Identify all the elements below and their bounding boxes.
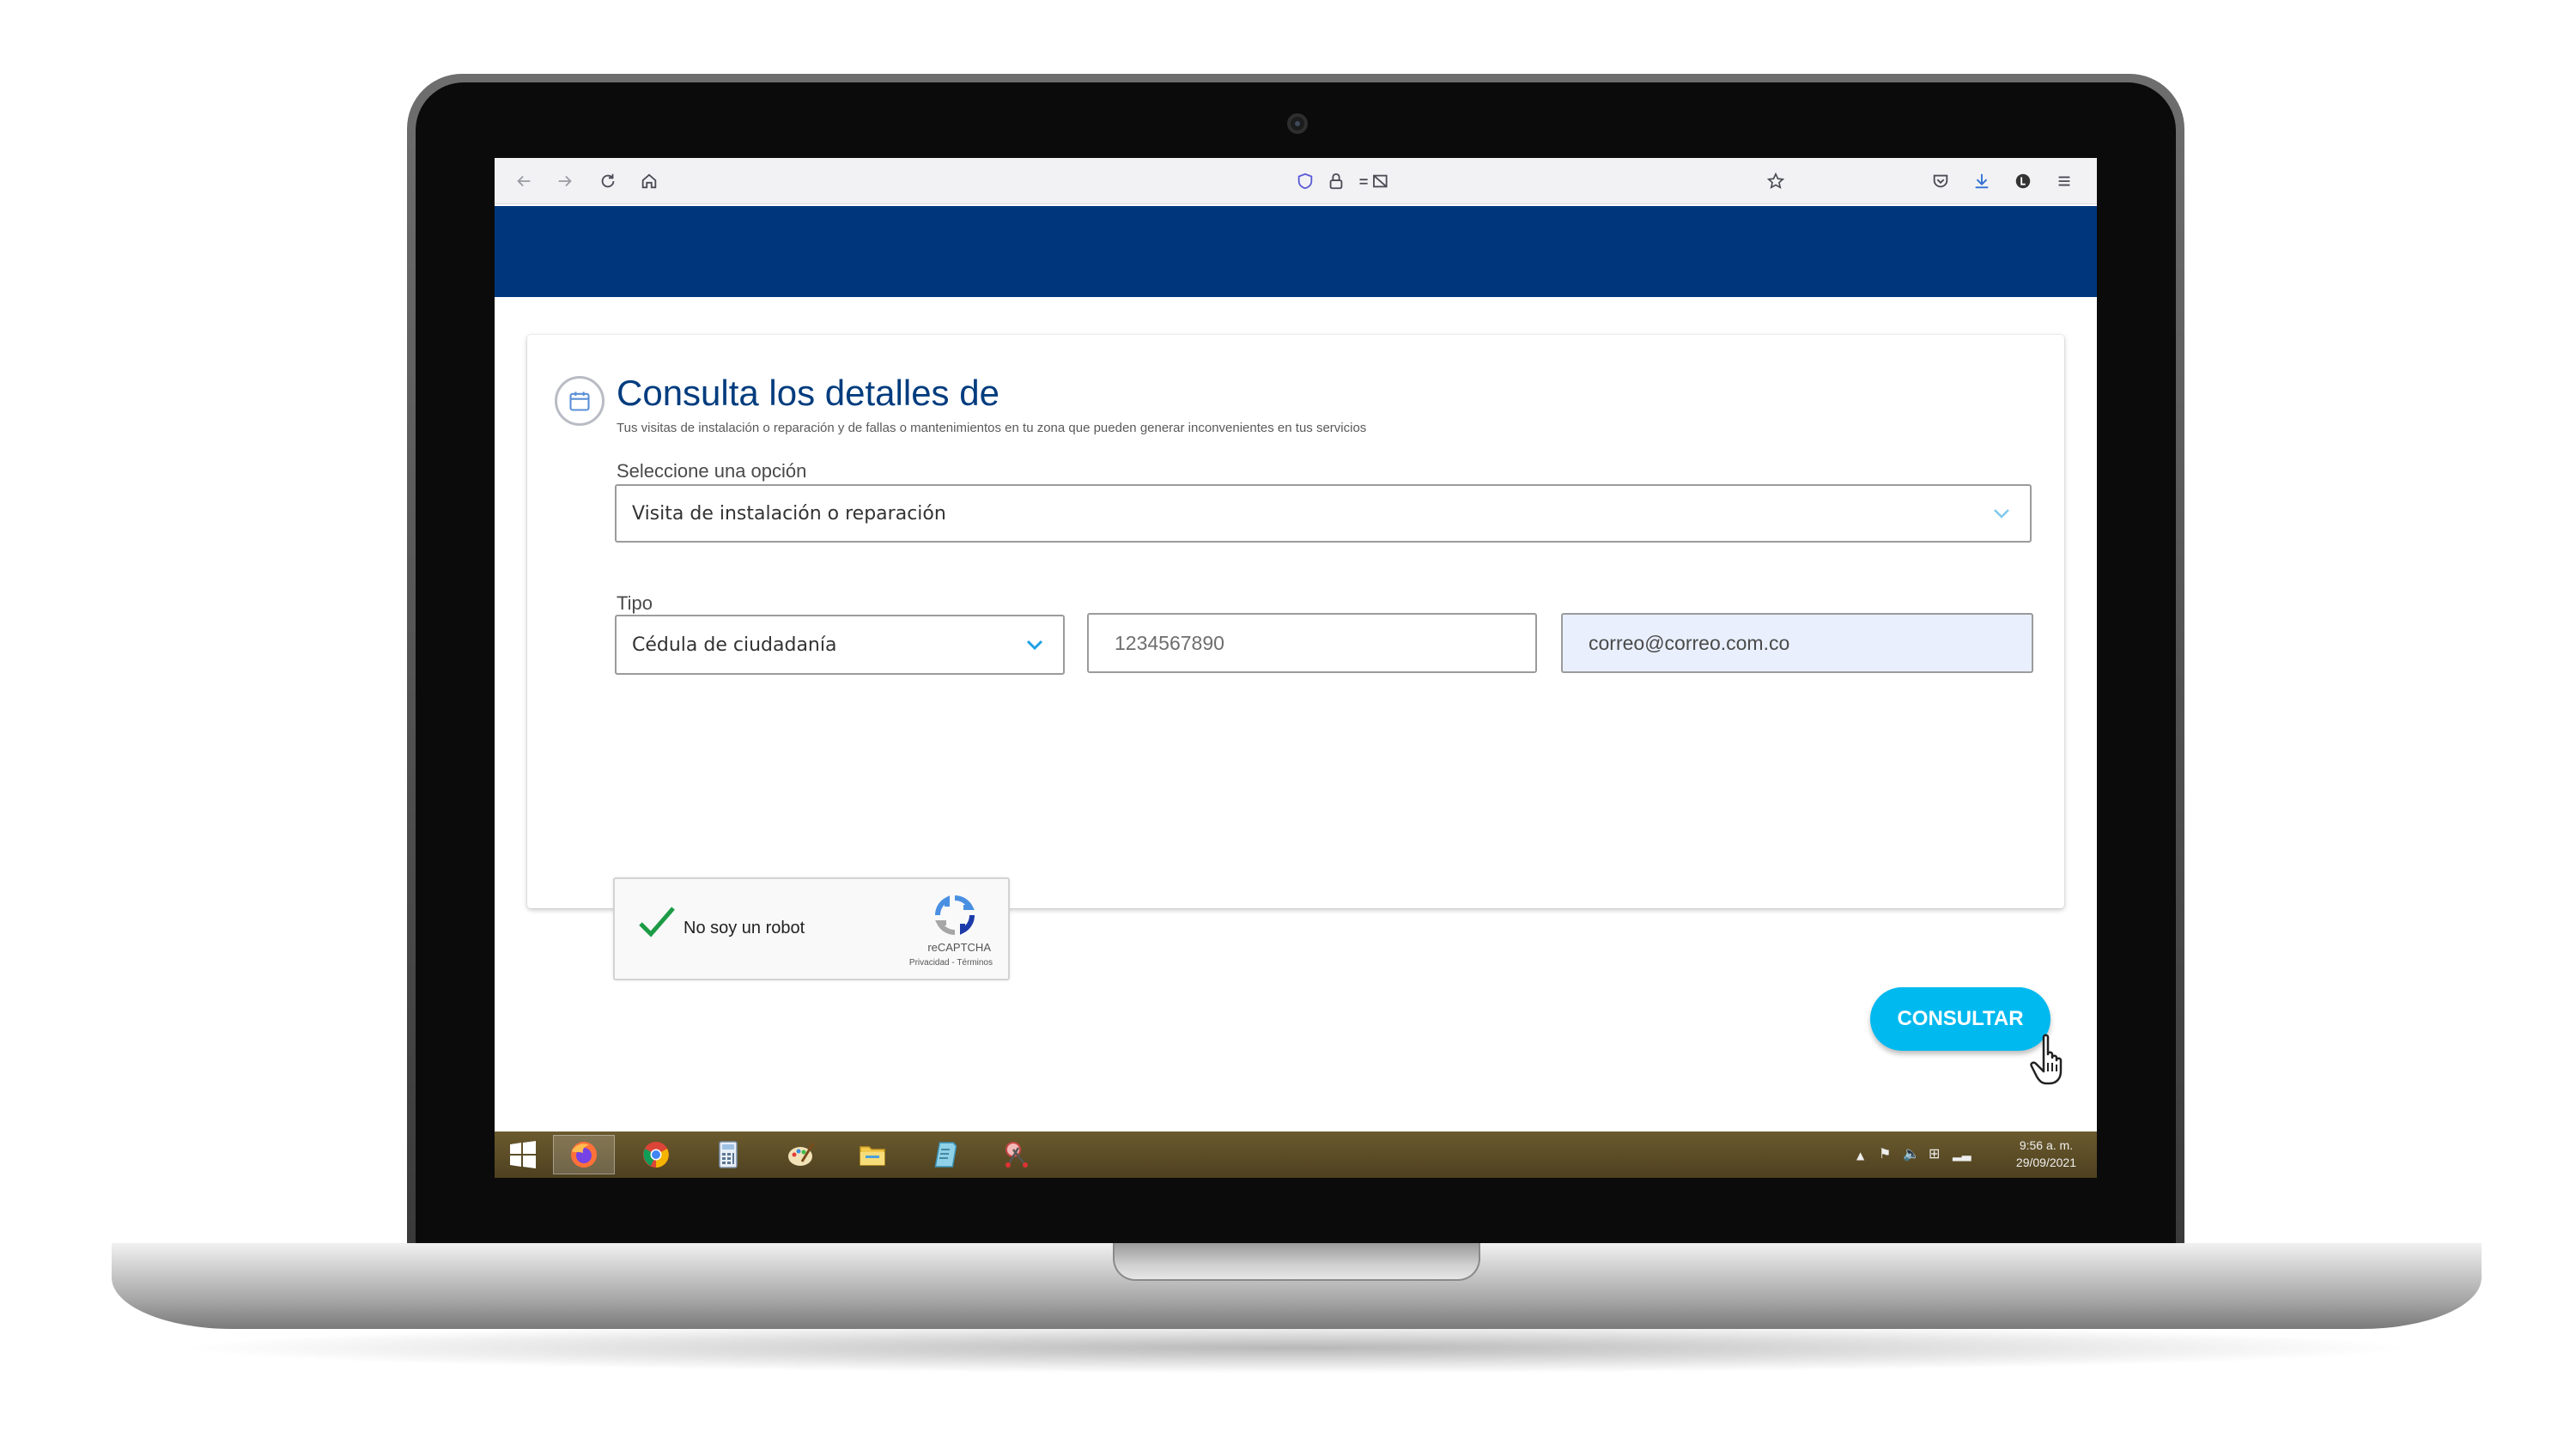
snipping-tool-icon[interactable] bbox=[986, 1135, 1048, 1174]
clock-date: 29/09/2021 bbox=[2015, 1156, 2076, 1169]
checkmark-icon[interactable] bbox=[637, 905, 677, 939]
option-select-value: Visita de instalación o reparación bbox=[632, 502, 946, 525]
windows-start-icon[interactable] bbox=[495, 1135, 551, 1174]
chrome-icon[interactable] bbox=[625, 1135, 687, 1174]
home-icon[interactable] bbox=[637, 169, 661, 193]
pocket-icon[interactable] bbox=[1929, 169, 1953, 193]
file-explorer-icon[interactable] bbox=[841, 1135, 903, 1174]
permissions-icon[interactable] bbox=[1355, 169, 1393, 193]
tipo-select[interactable]: Cédula de ciudadanía bbox=[615, 615, 1065, 675]
taskbar-clock[interactable]: 9:56 a. m. 29/09/2021 bbox=[2016, 1137, 2076, 1171]
chevron-down-icon bbox=[1994, 509, 2009, 519]
recaptcha-terms-link[interactable]: Privacidad - Términos bbox=[909, 958, 993, 968]
recaptcha-label: No soy un robot bbox=[683, 919, 805, 937]
forward-arrow-icon[interactable] bbox=[553, 169, 577, 193]
browser-toolbar bbox=[495, 158, 2097, 204]
menu-icon[interactable] bbox=[2052, 169, 2076, 193]
document-number-value: 1234567890 bbox=[1115, 631, 1224, 654]
recaptcha-brand: reCAPTCHA bbox=[927, 941, 991, 954]
consulta-card: Consulta los detalles de Tus visitas de … bbox=[527, 335, 2064, 1085]
consultar-button[interactable]: CONSULTAR bbox=[1870, 987, 2050, 1051]
laptop-screen: Consulta los detalles de Tus visitas de … bbox=[495, 158, 2097, 1178]
option-label: Seleccione una opción bbox=[617, 460, 807, 482]
recaptcha-logo-icon bbox=[934, 895, 975, 936]
page-title: Consulta los detalles de bbox=[617, 373, 999, 413]
shield-icon[interactable] bbox=[1293, 169, 1317, 193]
document-number-input[interactable]: 1234567890 bbox=[1087, 613, 1537, 673]
calculator-icon[interactable] bbox=[697, 1135, 759, 1174]
notepad-icon[interactable] bbox=[914, 1135, 975, 1174]
recaptcha-widget[interactable]: No soy un robot reCAPTCHA Privacidad - T… bbox=[613, 877, 1010, 980]
laptop-shadow bbox=[172, 1322, 2421, 1374]
lock-icon[interactable] bbox=[1324, 169, 1348, 193]
back-arrow-icon[interactable] bbox=[512, 169, 536, 193]
site-header-band bbox=[495, 206, 2097, 297]
signal-icon[interactable]: ▂▃ bbox=[1953, 1149, 1971, 1161]
tray-expand-icon[interactable]: ▲ bbox=[1856, 1150, 1864, 1161]
reload-icon[interactable] bbox=[596, 169, 620, 193]
volume-icon[interactable]: 🔈 bbox=[1903, 1147, 1920, 1161]
clock-time: 9:56 a. m. bbox=[2019, 1138, 2074, 1152]
tipo-label: Tipo bbox=[617, 592, 653, 614]
paint-icon[interactable] bbox=[769, 1135, 831, 1174]
webcam-icon bbox=[1287, 113, 1308, 134]
action-center-flag-icon[interactable]: ⚑ bbox=[1879, 1147, 1891, 1161]
account-icon[interactable] bbox=[2011, 169, 2035, 193]
url-bar[interactable] bbox=[787, 165, 1800, 197]
hand-cursor-icon bbox=[2030, 1034, 2063, 1085]
windows-taskbar: ▲ ⚑ 🔈 ⊞ ▂▃ 9:56 a. m. 29/09/2021 bbox=[495, 1131, 2097, 1178]
email-input[interactable]: correo@correo.com.co bbox=[1561, 613, 2033, 673]
firefox-icon[interactable] bbox=[553, 1135, 615, 1174]
chevron-down-icon bbox=[1026, 640, 1043, 651]
email-value: correo@correo.com.co bbox=[1589, 631, 1790, 654]
download-icon[interactable] bbox=[1970, 169, 1994, 193]
option-select[interactable]: Visita de instalación o reparación bbox=[615, 484, 2032, 543]
calendar-icon bbox=[555, 376, 605, 426]
bookmark-star-icon[interactable] bbox=[1764, 169, 1788, 193]
network-icon[interactable]: ⊞ bbox=[1929, 1147, 1940, 1161]
laptop-notch bbox=[1113, 1243, 1480, 1281]
tipo-select-value: Cédula de ciudadanía bbox=[632, 634, 837, 656]
page-subtitle: Tus visitas de instalación o reparación … bbox=[617, 421, 1367, 435]
